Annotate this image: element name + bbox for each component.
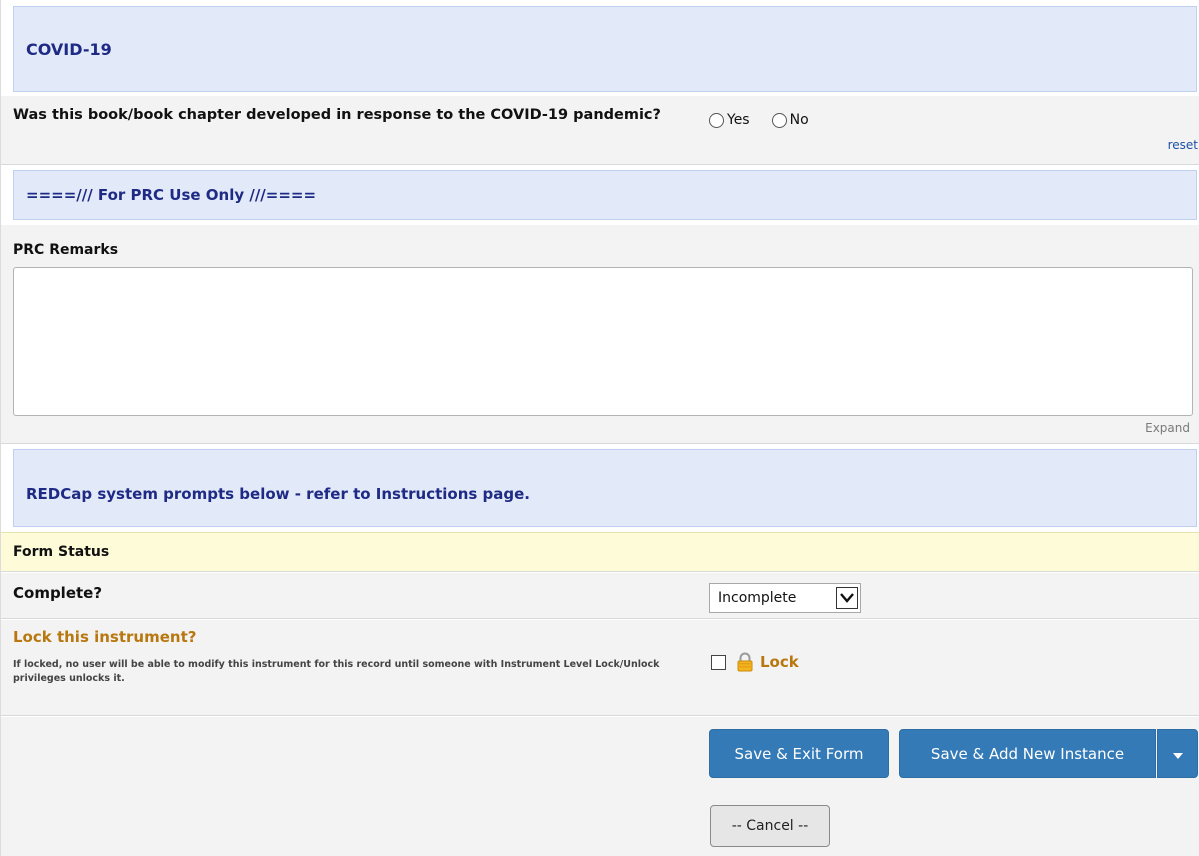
chevron-down-icon[interactable] [836, 587, 858, 609]
covid-question-label: Was this book/book chapter developed in … [13, 107, 661, 123]
lock-help-text: If locked, no user will be able to modif… [13, 659, 660, 684]
data-entry-form: COVID-19 Was this book/book chapter deve… [0, 0, 1199, 856]
section-header-covid: COVID-19 [13, 6, 1197, 92]
caret-down-icon [1172, 745, 1183, 763]
covid-question-row: Was this book/book chapter developed in … [1, 96, 1199, 165]
cancel-button[interactable]: -- Cancel -- [710, 805, 830, 847]
expand-link[interactable]: Expand [1145, 421, 1190, 435]
complete-select[interactable]: Incomplete [709, 583, 861, 613]
covid-radio-group: Yes No [709, 112, 831, 128]
lock-row: Lock this instrument? If locked, no user… [1, 620, 1199, 716]
lock-control[interactable]: Lock [711, 652, 799, 672]
prc-remarks-label: PRC Remarks [13, 242, 119, 258]
radio-yes[interactable] [709, 112, 724, 128]
save-options-dropdown-button[interactable] [1157, 729, 1198, 778]
section-header-prc: ====/// For PRC Use Only ///==== [13, 170, 1197, 220]
prc-remarks-row: PRC Remarks Expand [1, 225, 1199, 444]
radio-no-label[interactable]: No [790, 112, 809, 128]
lock-checkbox[interactable] [711, 654, 726, 670]
lock-icon [736, 652, 754, 672]
prc-remarks-textarea[interactable] [13, 267, 1193, 416]
complete-label: Complete? [13, 584, 103, 602]
form-status-header-row: Form Status [1, 532, 1199, 572]
lock-label[interactable]: Lock [760, 653, 799, 671]
lock-title: Lock this instrument? [13, 628, 197, 646]
form-status-header: Form Status [13, 544, 110, 560]
form-buttons-row: Save & Exit Form Save & Add New Instance… [1, 717, 1199, 856]
section-header-redcap-text: REDCap system prompts below - refer to I… [26, 485, 531, 503]
section-header-covid-text: COVID-19 [26, 39, 112, 59]
complete-select-value: Incomplete [718, 590, 797, 606]
radio-no[interactable] [771, 112, 787, 128]
reset-link[interactable]: reset [1168, 138, 1198, 152]
section-header-redcap: REDCap system prompts below - refer to I… [13, 449, 1197, 527]
complete-row: Complete? Incomplete [1, 573, 1199, 619]
radio-yes-label[interactable]: Yes [727, 112, 750, 128]
save-exit-button[interactable]: Save & Exit Form [709, 729, 889, 778]
section-header-prc-text: ====/// For PRC Use Only ///==== [26, 186, 317, 204]
save-add-instance-button[interactable]: Save & Add New Instance [899, 729, 1156, 778]
